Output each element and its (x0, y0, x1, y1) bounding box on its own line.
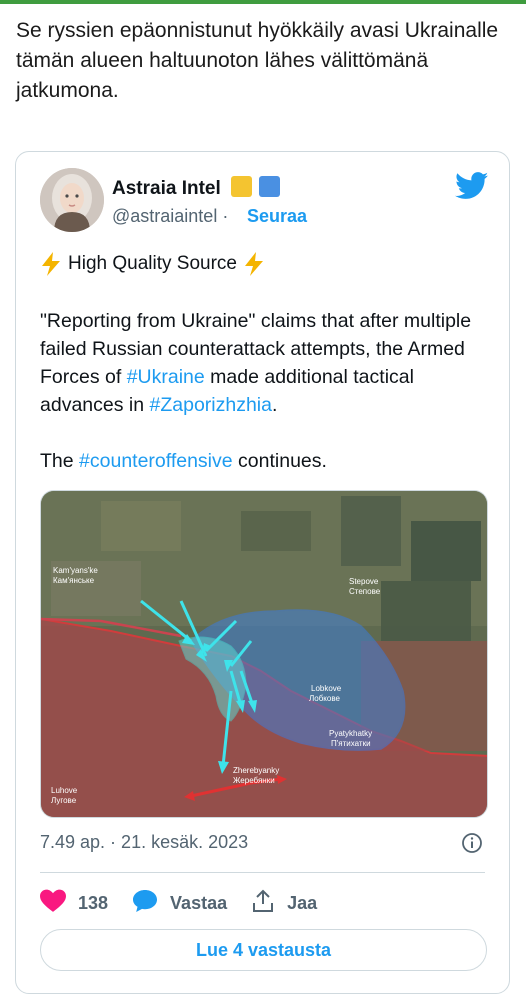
text-segment: . (271, 394, 278, 416)
tweet-map-image[interactable]: Kam'yans'ke Кам'янське Stepove Степове L… (40, 490, 488, 818)
tweet-paragraph-2: The #counteroffensive continues. (40, 447, 490, 475)
tweet-timestamp[interactable]: 7.49 ap. · 21. kesäk. 2023 (40, 832, 248, 853)
tweet-actions: 138 Vastaa Jaa (40, 887, 341, 919)
article-intro-text: Se ryssien epäonnistunut hyökkäily avasi… (16, 19, 499, 102)
handle-separator: · (222, 206, 229, 226)
map-label: Luhove (51, 786, 78, 795)
author-name[interactable]: Astraia Intel (112, 178, 221, 200)
author-handle[interactable]: @astraiaintel · (112, 206, 228, 227)
hashtag-counteroffensive[interactable]: #counteroffensive (79, 450, 233, 472)
map-label: Stepove (349, 577, 379, 586)
headline-text: High Quality Source (68, 253, 237, 274)
lightning-icon (40, 252, 62, 276)
yellow-square-emoji (231, 176, 252, 197)
top-accent-bar (0, 0, 526, 4)
map-label: Жеребянки (233, 776, 275, 785)
reply-bubble-icon (132, 889, 158, 918)
handle-text: @astraiaintel (112, 206, 218, 226)
headline-line: High Quality Source (40, 252, 265, 276)
blue-square-emoji (259, 176, 280, 197)
share-icon (251, 889, 275, 918)
map-label: Лобкове (309, 694, 340, 703)
twitter-bird-icon[interactable] (455, 172, 489, 200)
embedded-tweet-card[interactable]: Astraia Intel @astraiaintel · Seuraa Hig… (15, 151, 510, 994)
lightning-icon (243, 252, 265, 276)
map-label: Zherebyanky (233, 766, 279, 775)
map-label: Кам'янське (53, 576, 95, 585)
text-segment: The (40, 450, 80, 472)
follow-link[interactable]: Seuraa (247, 206, 307, 227)
tweet-paragraph-1: "Reporting from Ukraine" claims that aft… (40, 307, 490, 419)
map-label: Pyatykhatky (329, 729, 372, 738)
reply-button[interactable]: Vastaa (132, 889, 227, 918)
map-label: П'ятихатки (331, 739, 371, 748)
share-button[interactable]: Jaa (251, 889, 317, 918)
text-segment: continues. (232, 450, 327, 472)
like-button[interactable]: 138 (40, 889, 108, 918)
share-label: Jaa (287, 892, 318, 913)
tweet-body: "Reporting from Ukraine" claims that aft… (40, 307, 490, 475)
map-label: Степове (349, 587, 381, 596)
info-icon[interactable] (461, 832, 483, 854)
map-label: Kam'yans'ke (53, 566, 98, 575)
hashtag-ukraine[interactable]: #Ukraine (127, 366, 205, 388)
avatar[interactable] (40, 168, 104, 232)
map-label: Lobkove (311, 684, 342, 693)
heart-icon (40, 889, 66, 918)
divider (40, 872, 485, 873)
hashtag-zaporizhzhia[interactable]: #Zaporizhzhia (150, 394, 272, 416)
map-label: Лугове (51, 796, 77, 805)
likes-count: 138 (78, 892, 109, 913)
read-replies-button[interactable]: Lue 4 vastausta (40, 929, 487, 971)
reply-label: Vastaa (170, 892, 228, 913)
